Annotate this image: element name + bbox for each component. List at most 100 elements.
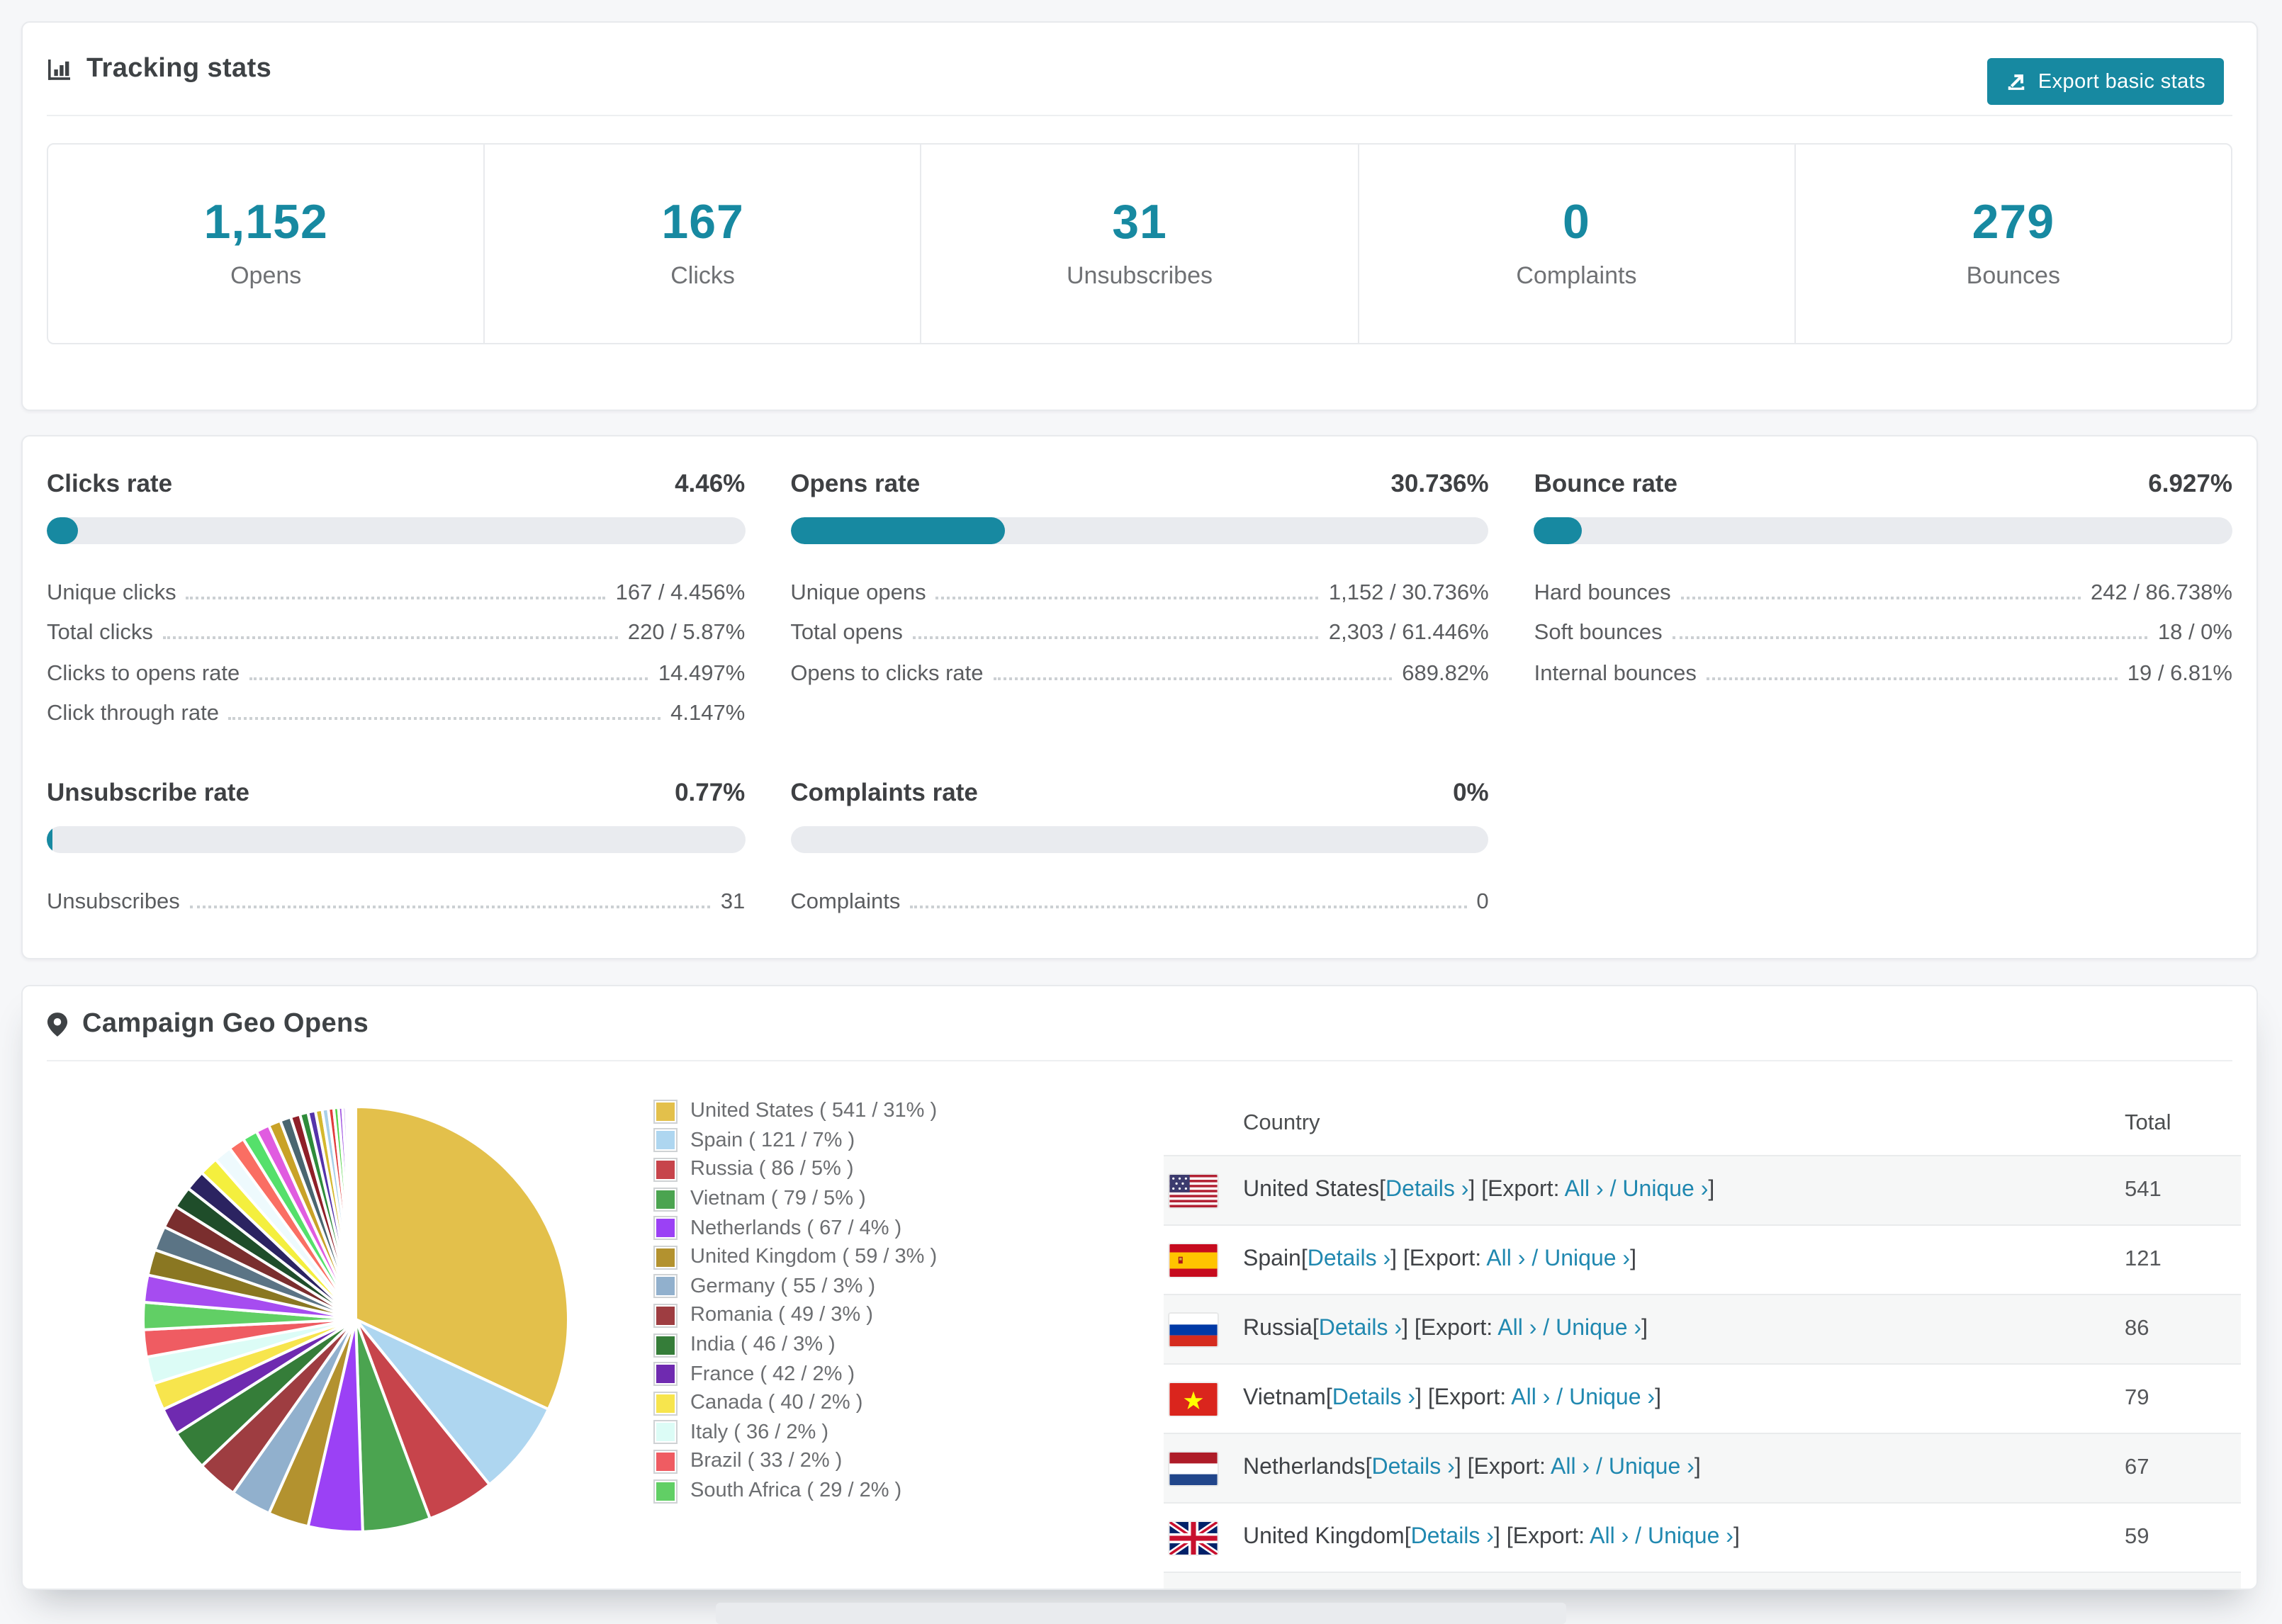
geo-export-all-link[interactable]: All › <box>1486 1247 1525 1271</box>
geo-table-row-gb: United Kingdom [Details ›] [Export: All … <box>1164 1504 2241 1573</box>
legend-swatch <box>655 1392 676 1414</box>
export-prefix: [Export: <box>1403 1247 1487 1271</box>
stat-box-complaints: 0 Complaints <box>1357 145 1794 343</box>
stat-box-unsubscribes: 31 Unsubscribes <box>920 145 1357 343</box>
dotted-leader <box>1706 677 2118 680</box>
geo-pie-chart[interactable] <box>140 1104 571 1535</box>
bounce-rate-title: Bounce rate <box>1534 469 1677 497</box>
legend-swatch <box>655 1158 676 1180</box>
country-links: [Details ›] [Export: All › / Unique ›] <box>1326 1386 1661 1411</box>
legend-item: South Africa ( 29 / 2% ) <box>655 1476 937 1505</box>
opens-count: 1,152 <box>203 196 328 249</box>
geo-details-link[interactable]: Details › <box>1411 1525 1494 1549</box>
geo-details-link[interactable]: Details › <box>1332 1386 1415 1410</box>
geo-export-all-link[interactable]: All › <box>1497 1316 1536 1341</box>
unsubscribe-rate-title: Unsubscribe rate <box>47 778 249 806</box>
legend-label: Spain ( 121 / 7% ) <box>690 1129 855 1152</box>
bracket: [ <box>1365 1455 1372 1479</box>
slash[interactable]: / <box>1629 1525 1648 1549</box>
gb-flag-icon <box>1169 1521 1218 1554</box>
geo-export-all-link[interactable]: All › <box>1565 1178 1604 1202</box>
legend-label: Russia ( 86 / 5% ) <box>690 1158 854 1181</box>
legend-swatch <box>655 1188 676 1210</box>
geo-export-unique-link[interactable]: Unique › <box>1609 1455 1694 1479</box>
bracket: ] <box>1468 1178 1482 1202</box>
geo-export-all-link[interactable]: All › <box>1511 1386 1550 1410</box>
stat-box-clicks: 167 Clicks <box>483 145 920 343</box>
stat-row: Total opens 2,303 / 61.446% <box>790 621 1489 645</box>
legend-label: United States ( 541 / 31% ) <box>690 1100 938 1123</box>
dotted-leader <box>1672 636 2148 639</box>
vn-flag-icon <box>1169 1382 1218 1415</box>
summary-stats-row: 1,152 Opens 167 Clicks 31 Unsubscribes 0… <box>47 143 2232 344</box>
export-prefix: [Export: <box>1427 1386 1512 1410</box>
country-links: [Details ›] [Export: All › / Unique ›] <box>1313 1316 1648 1342</box>
geo-export-all-link[interactable]: All › <box>1551 1455 1590 1479</box>
legend-item: Vietnam ( 79 / 5% ) <box>655 1185 937 1214</box>
legend-swatch <box>655 1129 676 1151</box>
slash[interactable]: / <box>1536 1316 1556 1341</box>
geo-export-unique-link[interactable]: Unique › <box>1648 1525 1733 1549</box>
legend-swatch <box>655 1363 676 1385</box>
opens-rate-value: 30.736% <box>1390 469 1489 497</box>
geo-table: Country Total United States [Details ›] … <box>1164 1093 2241 1589</box>
opens-rate-block: Opens rate 30.736% Unique opens 1,152 / 3… <box>790 469 1489 727</box>
export-icon <box>2006 71 2027 92</box>
us-flag-icon <box>1169 1174 1218 1207</box>
complaints-rate-block: Complaints rate 0% Complaints 0 <box>790 778 1489 915</box>
legend-swatch <box>655 1304 676 1326</box>
dotted-leader <box>228 717 661 720</box>
geo-export-unique-link[interactable]: Unique › <box>1569 1386 1655 1410</box>
stat-row: Unique opens 1,152 / 30.736% <box>790 580 1489 604</box>
geo-details-link[interactable]: Details › <box>1319 1316 1402 1341</box>
geo-table-row-nl: Netherlands [Details ›] [Export: All › /… <box>1164 1434 2241 1504</box>
legend-label: Italy ( 36 / 2% ) <box>690 1421 829 1444</box>
dotted-leader <box>189 905 711 908</box>
geo-export-unique-link[interactable]: Unique › <box>1544 1247 1630 1271</box>
bounces-label: Bounces <box>1966 262 2060 289</box>
bar-chart-icon <box>47 57 72 82</box>
legend-label: South Africa ( 29 / 2% ) <box>690 1479 902 1503</box>
export-basic-stats-button[interactable]: Export basic stats <box>1986 58 2224 105</box>
opens-rate-title: Opens rate <box>790 469 921 497</box>
export-button-label: Export basic stats <box>2038 70 2205 93</box>
clicks-rate-title: Clicks rate <box>47 469 173 497</box>
pie-slice-other[interactable] <box>353 1105 357 1321</box>
legend-item: United Kingdom ( 59 / 3% ) <box>655 1243 937 1272</box>
geo-table-body: United States [Details ›] [Export: All ›… <box>1164 1156 2241 1589</box>
geo-export-all-link[interactable]: All › <box>1590 1525 1629 1549</box>
legend-item: Netherlands ( 67 / 4% ) <box>655 1214 937 1243</box>
slash[interactable]: / <box>1604 1178 1623 1202</box>
legend-label: Germany ( 55 / 3% ) <box>690 1275 876 1298</box>
legend-swatch <box>655 1334 676 1356</box>
legend-label: Canada ( 40 / 2% ) <box>690 1392 863 1415</box>
ru-flag-icon <box>1169 1313 1218 1346</box>
bounce-rate-block: Bounce rate 6.927% Hard bounces 242 / 86.… <box>1534 469 2232 727</box>
legend-swatch <box>655 1217 676 1239</box>
geo-details-link[interactable]: Details › <box>1371 1455 1454 1479</box>
export-prefix: [Export: <box>1467 1455 1551 1479</box>
tracking-stats-header: Tracking stats Export basic stats <box>23 23 2256 116</box>
legend-label: Romania ( 49 / 3% ) <box>690 1304 873 1327</box>
bracket: ] <box>1454 1455 1468 1479</box>
geo-details-link[interactable]: Details › <box>1386 1178 1468 1202</box>
legend-swatch <box>655 1246 676 1268</box>
bracket: [ <box>1379 1178 1386 1202</box>
bracket: ] <box>1415 1386 1428 1410</box>
slash[interactable]: / <box>1550 1386 1569 1410</box>
legend-label: Netherlands ( 67 / 4% ) <box>690 1217 902 1240</box>
country-total: 79 <box>2125 1386 2149 1410</box>
dotted-leader <box>162 636 618 639</box>
bottom-scrollbar[interactable] <box>716 1603 1566 1624</box>
bracket: ] <box>1641 1316 1648 1341</box>
geo-export-unique-link[interactable]: Unique › <box>1556 1316 1641 1341</box>
geo-details-link[interactable]: Details › <box>1308 1247 1390 1271</box>
tracking-stats-panel: Tracking stats Export basic stats 1,152 … <box>21 21 2258 411</box>
legend-item: Germany ( 55 / 3% ) <box>655 1272 937 1301</box>
bracket: ] <box>1655 1386 1661 1410</box>
bracket: ] <box>1493 1525 1507 1549</box>
slash[interactable]: / <box>1590 1455 1609 1479</box>
geo-export-unique-link[interactable]: Unique › <box>1622 1178 1708 1202</box>
slash[interactable]: / <box>1525 1247 1544 1271</box>
geo-table-row-ru: Russia [Details ›] [Export: All › / Uniq… <box>1164 1295 2241 1365</box>
